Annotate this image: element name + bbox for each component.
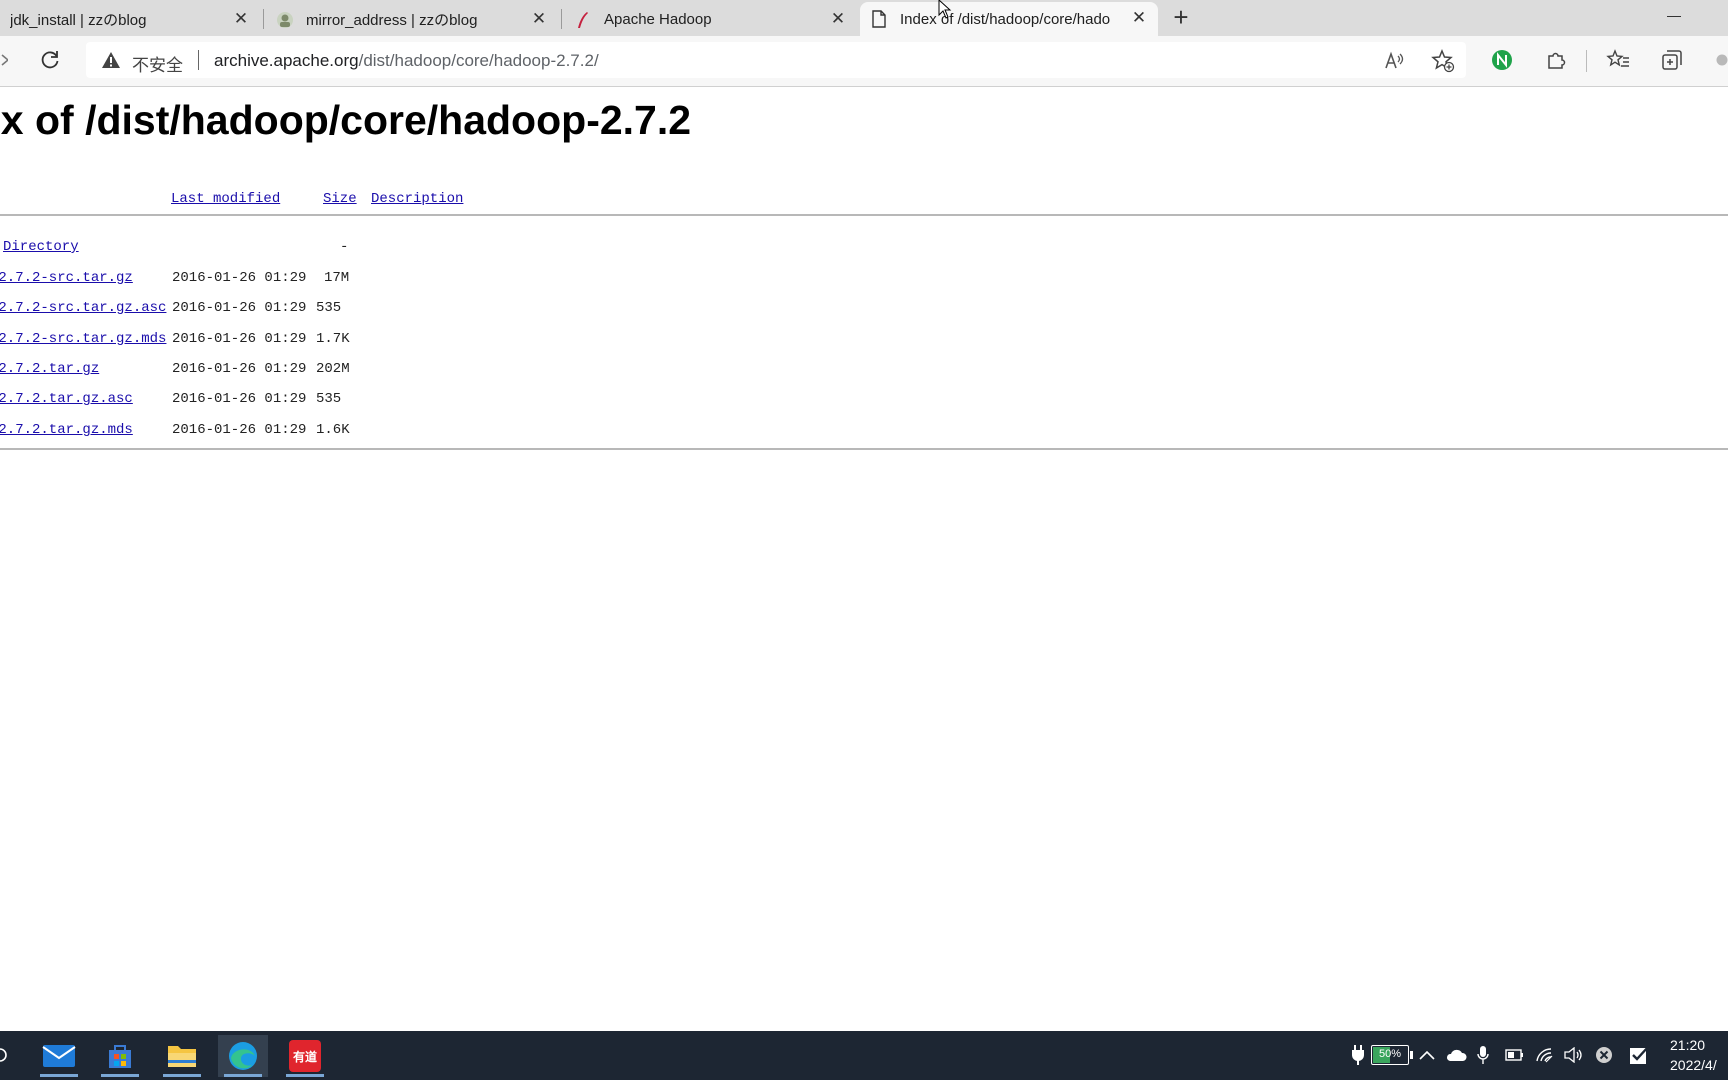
file-size: 1.7K — [316, 331, 350, 347]
file-date: 2016-01-26 01:29 — [172, 361, 307, 377]
url-host: archive.apache.org — [214, 51, 359, 70]
read-aloud-icon[interactable] — [1384, 50, 1406, 72]
back-arrow-icon[interactable] — [0, 50, 8, 70]
file-link[interactable]: -2.7.2.tar.gz.mds — [0, 422, 133, 438]
taskbar: 有道 50% 21:20 2022/4/ — [0, 1031, 1728, 1080]
page-icon — [870, 10, 888, 28]
taskbar-clock[interactable]: 21:20 2022/4/ — [1670, 1035, 1717, 1075]
onedrive-cloud-icon[interactable] — [1444, 1043, 1468, 1067]
file-size: 1.6K — [316, 422, 350, 438]
battery-tip — [1410, 1051, 1413, 1059]
volume-icon[interactable] — [1562, 1043, 1584, 1067]
store-app-icon[interactable] — [95, 1035, 145, 1077]
tab-separator — [561, 9, 562, 29]
battery-saver-icon[interactable] — [1504, 1043, 1526, 1067]
close-icon[interactable]: ✕ — [232, 10, 250, 28]
address-bar[interactable]: 不安全 archive.apache.org/dist/hadoop/core/… — [86, 42, 1466, 78]
table-row: -2.7.2.tar.gz 2016-01-26 01:29 202M — [0, 361, 1728, 381]
close-icon[interactable]: ✕ — [829, 10, 847, 28]
extension-n-icon[interactable] — [1490, 48, 1514, 72]
parent-size: - — [340, 239, 349, 255]
close-circle-icon[interactable] — [1593, 1043, 1615, 1067]
apache-feather-icon — [574, 11, 592, 29]
sort-size-link[interactable]: Size — [323, 191, 357, 207]
file-size: 17M — [324, 270, 350, 286]
clock-date: 2022/4/ — [1670, 1057, 1717, 1073]
tab-title: Index of /dist/hadoop/core/hado — [900, 10, 1111, 28]
blog-avatar-icon — [276, 11, 294, 29]
file-link[interactable]: -2.7.2.tar.gz — [0, 361, 99, 377]
url-path: /dist/hadoop/core/hadoop-2.7.2/ — [358, 51, 599, 70]
sort-last-modified-link[interactable]: Last modified — [171, 191, 280, 207]
file-link[interactable]: -2.7.2-src.tar.gz.mds — [0, 331, 166, 347]
notification-check-icon[interactable] — [1628, 1043, 1650, 1067]
file-size: 535 — [316, 391, 342, 407]
file-date: 2016-01-26 01:29 — [172, 391, 307, 407]
tab-mirror-address[interactable]: mirror_address | zzのblog ✕ — [266, 3, 558, 36]
tab-separator — [263, 9, 264, 29]
battery-indicator[interactable]: 50% — [1368, 1044, 1413, 1066]
table-row: -2.7.2.tar.gz.asc 2016-01-26 01:29 535 — [0, 391, 1728, 411]
file-link[interactable]: -2.7.2-src.tar.gz — [0, 270, 133, 286]
battery-icon: 50% — [1371, 1045, 1413, 1065]
parent-directory-row: Directory - — [0, 239, 1728, 259]
favorites-icon[interactable] — [1606, 48, 1630, 72]
page-title: ex of /dist/hadoop/core/hadoop-2.7.2 — [0, 97, 692, 143]
refresh-icon[interactable] — [38, 48, 62, 72]
mouse-cursor-icon — [938, 0, 952, 20]
wifi-icon[interactable] — [1534, 1043, 1556, 1067]
tab-title: Apache Hadoop — [604, 11, 712, 28]
file-link[interactable]: -2.7.2-src.tar.gz.asc — [0, 300, 166, 316]
new-tab-button[interactable]: + — [1166, 3, 1196, 33]
file-date: 2016-01-26 01:29 — [172, 422, 307, 438]
chevron-up-icon[interactable] — [1416, 1043, 1438, 1067]
warning-icon[interactable] — [100, 50, 122, 70]
file-date: 2016-01-26 01:29 — [172, 331, 307, 347]
tab-jdk-install[interactable]: jdk_install | zzのblog ✕ — [0, 3, 260, 36]
tab-title: mirror_address | zzのblog — [306, 12, 478, 29]
table-row: -2.7.2-src.tar.gz.mds 2016-01-26 01:29 1… — [0, 331, 1728, 351]
close-icon[interactable]: ✕ — [1130, 9, 1148, 27]
power-plug-icon[interactable] — [1348, 1043, 1368, 1067]
close-icon[interactable]: ✕ — [530, 10, 548, 28]
youdao-label: 有道 — [289, 1040, 321, 1072]
search-icon[interactable] — [0, 1045, 8, 1065]
table-row: -2.7.2.tar.gz.mds 2016-01-26 01:29 1.6K — [0, 422, 1728, 442]
file-size: 535 — [316, 300, 342, 316]
minimize-button[interactable] — [1667, 16, 1681, 17]
clock-time: 21:20 — [1670, 1037, 1706, 1053]
tab-title: jdk_install | zzのblog — [10, 12, 147, 29]
extensions-puzzle-icon[interactable] — [1544, 48, 1568, 72]
insecure-label[interactable]: 不安全 — [132, 51, 183, 76]
tab-index-of-hadoop[interactable]: Index of /dist/hadoop/core/hado ✕ — [860, 2, 1158, 36]
file-date: 2016-01-26 01:29 — [172, 270, 307, 286]
youdao-dict-icon[interactable]: 有道 — [280, 1035, 330, 1077]
collections-icon[interactable] — [1660, 48, 1684, 72]
table-row: -2.7.2-src.tar.gz.asc 2016-01-26 01:29 5… — [0, 300, 1728, 320]
microphone-icon[interactable] — [1474, 1043, 1492, 1067]
mail-app-icon[interactable] — [34, 1035, 84, 1077]
browser-toolbar: 不安全 archive.apache.org/dist/hadoop/core/… — [0, 36, 1728, 87]
profile-avatar-icon[interactable] — [1716, 48, 1728, 72]
table-row: -2.7.2-src.tar.gz 2016-01-26 01:29 17M — [0, 270, 1728, 290]
url-text[interactable]: archive.apache.org/dist/hadoop/core/hado… — [214, 51, 599, 71]
file-link[interactable]: -2.7.2.tar.gz.asc — [0, 391, 133, 407]
file-explorer-icon[interactable] — [157, 1035, 207, 1077]
file-date: 2016-01-26 01:29 — [172, 300, 307, 316]
add-favorite-icon[interactable] — [1431, 49, 1455, 73]
page-content: ex of /dist/hadoop/core/hadoop-2.7.2 Las… — [0, 87, 1728, 1031]
file-size: 202M — [316, 361, 350, 377]
tab-strip: jdk_install | zzのblog ✕ mirror_address |… — [0, 0, 1728, 36]
parent-directory-link[interactable]: Directory — [3, 239, 79, 255]
battery-percent: 50% — [1378, 1048, 1402, 1060]
footer-divider — [0, 448, 1728, 450]
header-divider — [0, 214, 1728, 216]
tab-apache-hadoop[interactable]: Apache Hadoop ✕ — [564, 3, 857, 36]
sort-description-link[interactable]: Description — [371, 191, 463, 207]
edge-browser-icon[interactable] — [218, 1035, 268, 1077]
address-separator — [198, 50, 199, 70]
toolbar-divider — [1586, 50, 1587, 72]
